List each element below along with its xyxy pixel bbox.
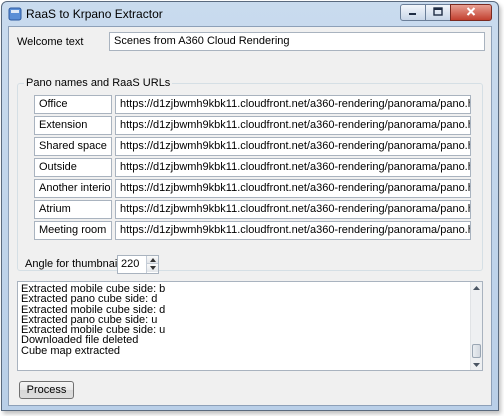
process-button[interactable]: Process <box>19 381 74 399</box>
app-window: RaaS to Krpano Extractor Welcome text Sc… <box>1 1 499 411</box>
pano-name-field[interactable]: Another interior <box>34 179 112 198</box>
log-output[interactable]: Extracted mobile cube side: b Extracted … <box>17 281 483 371</box>
close-button[interactable] <box>450 4 492 21</box>
stepper-down-button[interactable] <box>147 264 158 272</box>
process-button-label: Process <box>26 384 67 396</box>
chevron-up-icon <box>149 257 156 262</box>
log-line: Cube map extracted <box>21 344 121 357</box>
angle-value: 220 <box>121 258 140 270</box>
pano-url-field[interactable]: https://d1zjbwmh9kbk11.cloudfront.net/a3… <box>115 221 471 240</box>
pano-url-field[interactable]: https://d1zjbwmh9kbk11.cloudfront.net/a3… <box>115 158 471 177</box>
welcome-label: Welcome text <box>17 36 84 48</box>
pano-name-field[interactable]: Meeting room <box>34 221 112 240</box>
angle-label: Angle for thumbnails <box>25 258 126 270</box>
angle-stepper[interactable]: 220 <box>117 255 159 274</box>
welcome-text-field[interactable]: Scenes from A360 Cloud Rendering <box>109 32 485 51</box>
maximize-button[interactable] <box>425 4 451 21</box>
window-title: RaaS to Krpano Extractor <box>26 7 163 21</box>
pano-group-title: Pano names and RaaS URLs <box>24 77 173 89</box>
chevron-down-icon <box>149 266 156 270</box>
pano-name-field[interactable]: Outside <box>34 158 112 177</box>
pano-url-field[interactable]: https://d1zjbwmh9kbk11.cloudfront.net/a3… <box>115 179 471 198</box>
chevron-down-icon <box>473 362 480 367</box>
pano-name-field[interactable]: Office <box>34 95 112 114</box>
pano-url-field[interactable]: https://d1zjbwmh9kbk11.cloudfront.net/a3… <box>115 95 471 114</box>
window-controls <box>400 4 492 21</box>
pano-name-field[interactable]: Atrium <box>34 200 112 219</box>
form-client-area: Welcome text Scenes from A360 Cloud Rend… <box>8 26 492 406</box>
pano-name-field[interactable]: Shared space <box>34 137 112 156</box>
scroll-down-button[interactable] <box>471 359 482 370</box>
log-scrollbar[interactable] <box>470 282 482 370</box>
pano-url-field[interactable]: https://d1zjbwmh9kbk11.cloudfront.net/a3… <box>115 200 471 219</box>
title-bar[interactable]: RaaS to Krpano Extractor <box>2 2 498 26</box>
angle-stepper-buttons <box>146 256 158 273</box>
scroll-thumb[interactable] <box>472 344 481 358</box>
minimize-button[interactable] <box>400 4 426 21</box>
pano-url-field[interactable]: https://d1zjbwmh9kbk11.cloudfront.net/a3… <box>115 137 471 156</box>
pano-group: Pano names and RaaS URLs Office https://… <box>17 77 483 271</box>
app-icon <box>8 7 22 21</box>
minimize-icon <box>408 7 418 19</box>
log-lines: Extracted mobile cube side: b Extracted … <box>21 283 165 357</box>
pano-url-field[interactable]: https://d1zjbwmh9kbk11.cloudfront.net/a3… <box>115 116 471 135</box>
chevron-up-icon <box>473 285 480 290</box>
maximize-icon <box>433 6 443 19</box>
scroll-up-button[interactable] <box>471 282 482 293</box>
pano-name-field[interactable]: Extension <box>34 116 112 135</box>
stepper-up-button[interactable] <box>147 256 158 264</box>
close-icon <box>466 6 476 19</box>
